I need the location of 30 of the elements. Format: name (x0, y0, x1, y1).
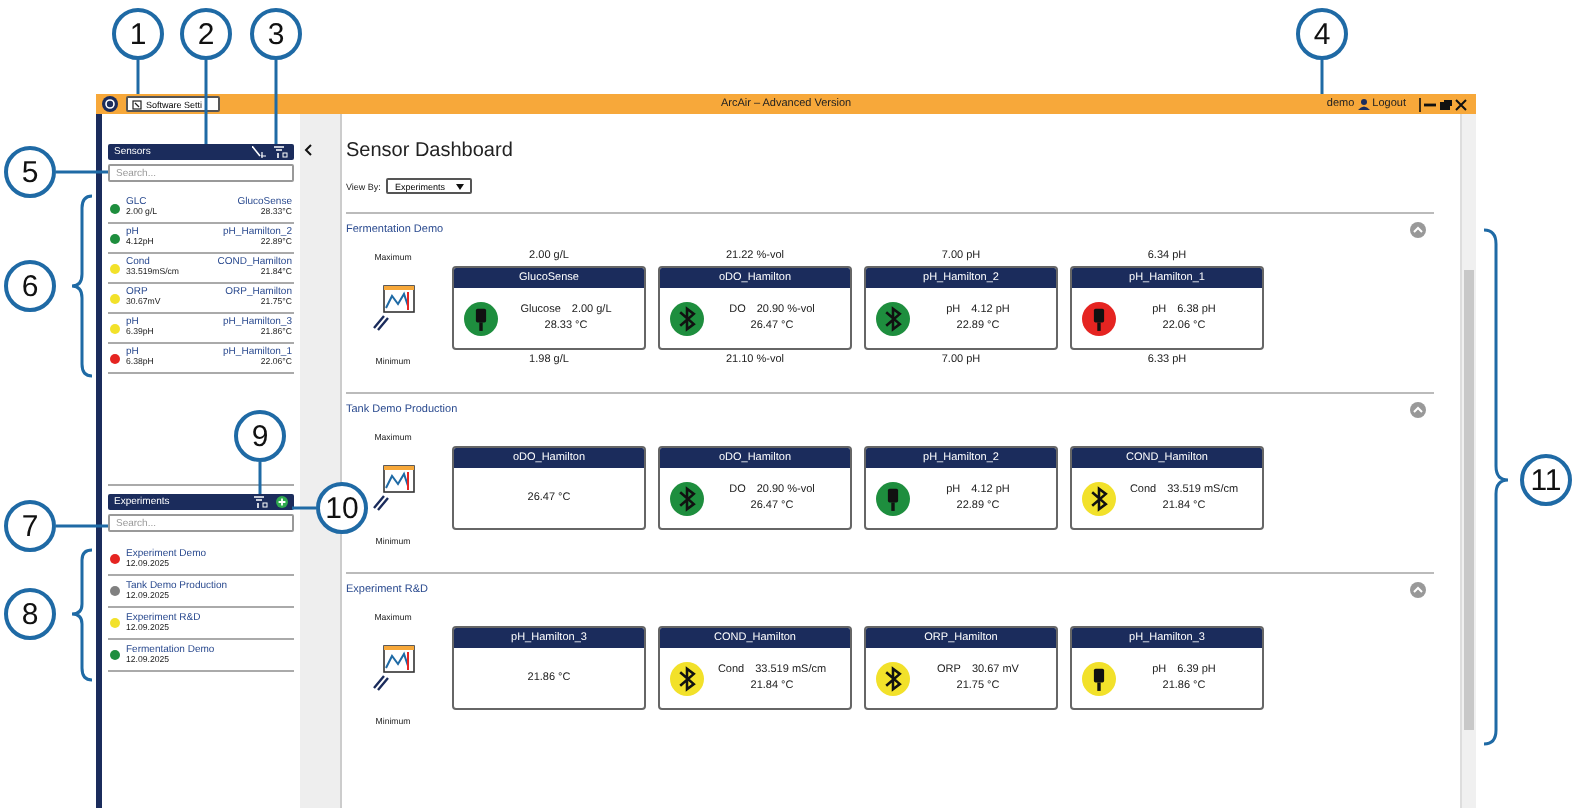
leader-line (258, 462, 262, 494)
leader-line (274, 60, 278, 144)
user-icon (1358, 98, 1371, 110)
leader-line (292, 506, 316, 510)
callout-number: 4 (1296, 8, 1348, 60)
filter-icon[interactable] (254, 496, 268, 508)
window-controls-icon[interactable] (1418, 97, 1470, 111)
filter-icon[interactable] (274, 146, 288, 158)
callout-number: 1 (112, 8, 164, 60)
callout-number: 2 (180, 8, 232, 60)
tool-icon (132, 99, 142, 109)
callout-number: 11 (1520, 454, 1572, 506)
callout-number: 3 (250, 8, 302, 60)
callout-number: 8 (4, 588, 56, 640)
callout-number: 5 (4, 146, 56, 198)
leader-line (136, 60, 140, 94)
leader-line (204, 60, 208, 144)
callout-number: 6 (4, 260, 56, 312)
callout-number: 7 (4, 500, 56, 552)
collapse-icon[interactable] (304, 144, 312, 156)
chart-icon[interactable] (371, 284, 415, 332)
caret-icon (456, 183, 465, 189)
page-title: Sensor Dashboard (346, 140, 515, 162)
leader-line (1320, 60, 1324, 94)
sensor-icon[interactable] (252, 146, 266, 158)
chart-icon[interactable] (371, 464, 415, 512)
leader-line (56, 170, 108, 174)
chart-icon[interactable] (371, 644, 415, 692)
leader-line (56, 524, 108, 528)
add-icon[interactable] (276, 496, 288, 508)
